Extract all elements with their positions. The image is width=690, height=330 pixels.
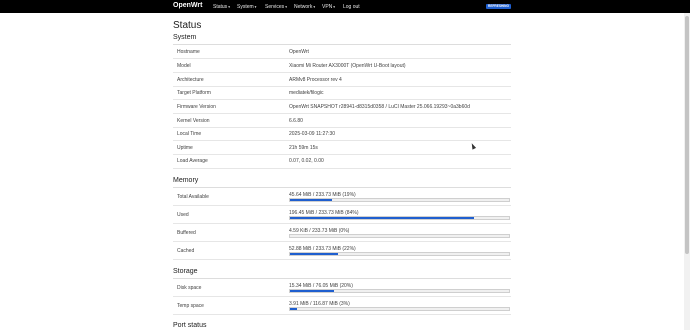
system-label: Model <box>177 63 191 69</box>
section-title-storage: Storage <box>173 268 198 275</box>
system-label: Hostname <box>177 49 200 55</box>
section-title-system: System <box>173 34 197 41</box>
progress-fill <box>290 199 332 201</box>
progress-fill <box>290 253 339 255</box>
progress-fill <box>290 290 334 292</box>
chevron-down-icon: ▾ <box>254 4 257 9</box>
scrollbar-thumb[interactable] <box>685 16 689 254</box>
system-label: Firmware Version <box>177 104 216 110</box>
system-value: OpenWrt SNAPSHOT r28941-d8315d0358 / LuC… <box>289 104 470 110</box>
memory-label: Used <box>177 212 189 218</box>
divider <box>173 259 511 260</box>
system-label: Load Average <box>177 158 208 164</box>
divider <box>173 314 511 315</box>
menu-network-label: Network <box>294 3 313 10</box>
menu-status[interactable]: Status▾ <box>213 4 230 10</box>
divider <box>173 241 511 242</box>
system-value: Xiaomi Mi Router AX3000T (OpenWrt U-Boot… <box>289 63 406 69</box>
storage-label: Disk space <box>177 285 202 291</box>
divider <box>173 113 511 114</box>
divider <box>173 58 511 59</box>
system-value: 6.6.80 <box>289 118 303 124</box>
progress-fill <box>290 308 297 310</box>
divider <box>173 86 511 87</box>
divider <box>173 154 511 155</box>
menu-system-label: System <box>237 3 254 10</box>
menu-logout[interactable]: Log out <box>343 4 360 10</box>
divider <box>173 140 511 141</box>
divider <box>173 72 511 73</box>
chevron-down-icon: ▾ <box>333 4 336 9</box>
system-label: Kernel Version <box>177 118 210 124</box>
progress-bar <box>289 307 510 311</box>
top-navbar: OpenWrt Status▾ System▾ Services▾ Networ… <box>0 0 690 13</box>
memory-label: Cached <box>177 248 195 254</box>
system-label: Target Platform <box>177 90 211 96</box>
menu-services-label: Services <box>265 3 285 10</box>
progress-bar <box>289 289 510 293</box>
progress-bar <box>289 234 510 238</box>
menu-network[interactable]: Network▾ <box>294 4 315 10</box>
divider <box>173 44 511 45</box>
system-value: mediatek/filogic <box>289 90 324 96</box>
progress-fill <box>290 217 474 219</box>
menu-status-label: Status <box>213 3 228 10</box>
refresh-indicator[interactable]: REFRESHING <box>486 4 511 9</box>
brand-logo[interactable]: OpenWrt <box>173 2 202 9</box>
system-value: OpenWrt <box>289 49 309 55</box>
system-value: 2025-03-09 11:27:30 <box>289 131 336 137</box>
system-value: 21h 59m 15s <box>289 145 318 151</box>
system-label: Local Time <box>177 131 202 137</box>
progress-bar <box>289 198 510 202</box>
divider <box>173 99 511 100</box>
divider <box>173 127 511 128</box>
page-title: Status <box>173 20 202 31</box>
system-value: 0.07, 0.02, 0.00 <box>289 158 324 164</box>
chevron-down-icon: ▾ <box>285 4 287 9</box>
menu-vpn[interactable]: VPN▾ <box>322 4 335 10</box>
system-label: Architecture <box>177 77 204 83</box>
progress-bar <box>289 252 510 256</box>
menu-system[interactable]: System▾ <box>237 4 256 10</box>
mouse-cursor-icon <box>469 142 477 150</box>
chevron-down-icon: ▾ <box>228 4 230 9</box>
menu-services[interactable]: Services▾ <box>265 4 287 10</box>
menu-vpn-label: VPN <box>322 3 333 10</box>
progress-bar <box>289 216 510 220</box>
memory-label: Total Available <box>177 194 209 200</box>
divider <box>173 187 511 188</box>
system-value: ARMv8 Processor rev 4 <box>289 77 342 83</box>
system-label: Uptime <box>177 145 193 151</box>
divider <box>173 168 511 169</box>
section-title-port-status: Port status <box>173 322 207 329</box>
memory-label: Buffered <box>177 230 196 236</box>
divider <box>173 223 511 224</box>
section-title-memory: Memory <box>173 177 199 184</box>
divider <box>173 205 511 206</box>
chevron-down-icon: ▾ <box>313 4 316 9</box>
storage-label: Temp space <box>177 303 204 309</box>
divider <box>173 278 511 279</box>
divider <box>173 296 511 297</box>
